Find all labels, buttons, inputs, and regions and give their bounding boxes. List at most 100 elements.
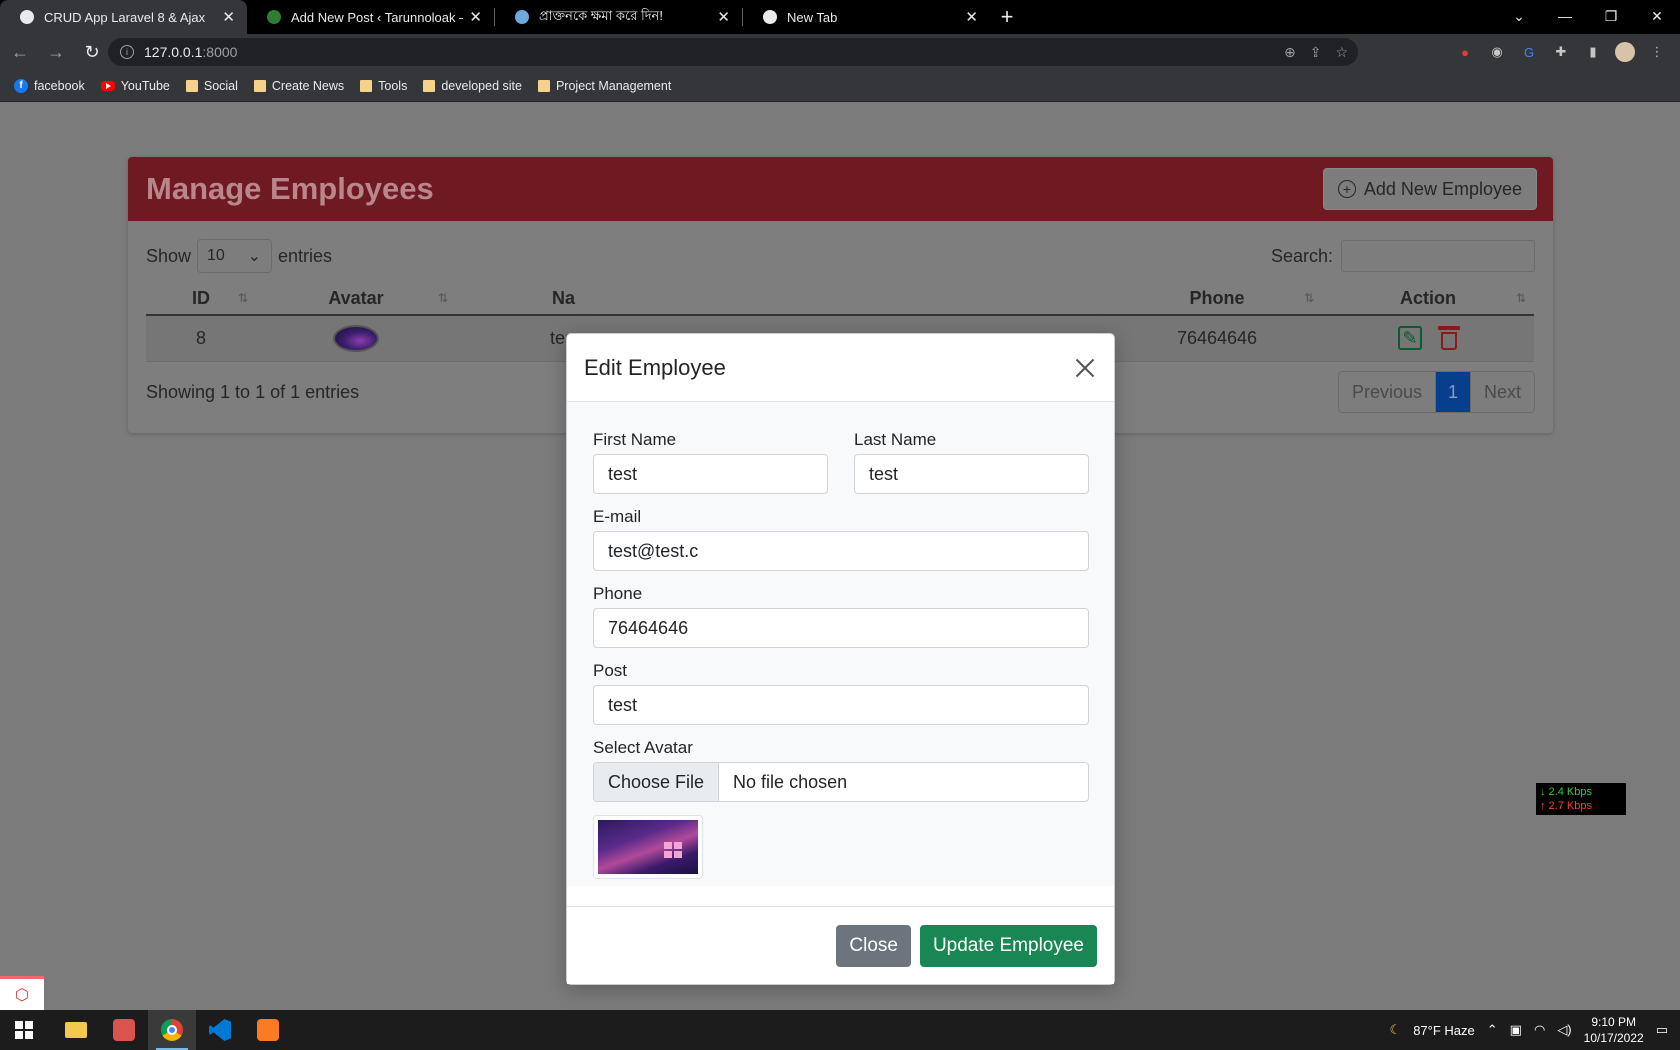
site-info-icon[interactable]: i — [120, 45, 134, 59]
bookmark-youtube[interactable]: YouTube — [100, 78, 170, 93]
column-label: Action — [1400, 288, 1456, 308]
clock-time: 9:10 PM — [1591, 1015, 1637, 1029]
email-label: E-mail — [593, 507, 642, 526]
tab-bengali-article[interactable]: প্রাক্তনকে ক্ষমা করে দিন! ✕ — [495, 0, 742, 34]
meet-icon[interactable]: ▣ — [1510, 1022, 1522, 1038]
chevron-down-icon: ⌄ — [247, 248, 262, 265]
tab-crud-app[interactable]: CRUD App Laravel 8 & Ajax ✕ — [0, 0, 247, 34]
adblock-icon[interactable]: ● — [1455, 42, 1475, 62]
volume-icon[interactable]: ◁) — [1557, 1022, 1571, 1038]
close-tab-icon[interactable]: ✕ — [222, 8, 235, 26]
last-name-field[interactable]: test — [854, 454, 1089, 494]
show-label: Show — [146, 245, 192, 266]
folder-icon — [360, 79, 373, 92]
add-employee-label: Add New Employee — [1363, 178, 1522, 199]
windows-logo-icon — [664, 842, 682, 858]
last-name-group: Last Name test — [854, 430, 1089, 494]
update-employee-button[interactable]: Update Employee — [919, 924, 1097, 967]
taskbar-file-explorer[interactable] — [52, 1010, 100, 1050]
wifi-icon[interactable]: ◠ — [1534, 1022, 1545, 1038]
card-header: Manage Employees + Add New Employee — [128, 157, 1553, 221]
column-header-action[interactable]: Action ⇅ — [1322, 283, 1534, 316]
next-page-button[interactable]: Next — [1470, 372, 1534, 412]
bookmark-project-management[interactable]: Project Management — [537, 79, 671, 93]
avatar-group: Select Avatar Choose File No file chosen — [593, 738, 1089, 802]
chevron-up-icon[interactable]: ⌃ — [1487, 1022, 1498, 1038]
avatar-label: Select Avatar — [593, 738, 693, 757]
sort-desc-icon: ⇅ — [237, 291, 248, 305]
close-tab-icon[interactable]: ✕ — [469, 8, 482, 26]
column-header-avatar[interactable]: Avatar ⇅ — [256, 283, 456, 316]
weather-text[interactable]: 87°F Haze — [1413, 1023, 1475, 1038]
taskbar-app-red[interactable] — [100, 1010, 148, 1050]
tab-add-new-post[interactable]: Add New Post ‹ Tarunnoloak — W ✕ — [247, 0, 494, 34]
windows-start-icon — [15, 1021, 33, 1039]
tab-new-tab[interactable]: New Tab ✕ — [743, 0, 990, 34]
laravel-debug-icon[interactable]: ⬡ — [0, 976, 44, 1010]
avatar-file-input[interactable]: Choose File No file chosen — [593, 762, 1089, 802]
address-bar[interactable]: i 127.0.0.1:8000 ⊕ ⇪ ☆ — [108, 38, 1358, 66]
bookmark-developed-site[interactable]: developed site — [423, 79, 522, 93]
bookmark-create-news[interactable]: Create News — [253, 79, 344, 93]
first-name-field[interactable]: test — [593, 454, 828, 494]
last-name-label: Last Name — [854, 430, 937, 449]
post-field[interactable]: test — [593, 685, 1089, 725]
zoom-icon[interactable]: ⊕ — [1284, 44, 1296, 61]
column-header-hidden — [756, 283, 1112, 316]
trash-icon[interactable] — [1438, 326, 1460, 351]
length-value: 10 — [207, 247, 225, 264]
close-window-icon[interactable]: ✕ — [1634, 0, 1680, 32]
reload-icon[interactable]: ↻ — [76, 36, 108, 68]
tab-search-icon[interactable]: ⌄ — [1496, 0, 1542, 32]
bookmark-tools[interactable]: Tools — [360, 79, 407, 93]
clock[interactable]: 9:10 PM 10/17/2022 — [1584, 1014, 1644, 1046]
share-icon[interactable]: ⇪ — [1310, 44, 1322, 61]
bookmark-label: facebook — [34, 78, 85, 93]
minimize-icon[interactable]: — — [1542, 0, 1588, 32]
previous-page-button[interactable]: Previous — [1338, 372, 1436, 412]
extensions-puzzle-icon[interactable]: ✚ — [1551, 42, 1571, 62]
close-tab-icon[interactable]: ✕ — [965, 8, 978, 26]
bookmark-star-icon[interactable]: ☆ — [1335, 44, 1348, 61]
close-tab-icon[interactable]: ✕ — [717, 8, 730, 26]
start-button[interactable] — [0, 1010, 48, 1050]
restore-icon[interactable]: ❐ — [1588, 0, 1634, 32]
table-controls: Show 10 ⌄ entries Search: — [146, 239, 1535, 273]
entries-label: entries — [278, 245, 333, 266]
translate-icon[interactable]: G — [1519, 42, 1539, 62]
column-header-phone[interactable]: Phone ⇅ — [1112, 283, 1322, 316]
column-label: ID — [192, 288, 210, 308]
column-header-name[interactable]: Na — [456, 283, 756, 316]
bookmark-social[interactable]: Social — [185, 79, 238, 93]
choose-file-button[interactable]: Choose File — [594, 763, 720, 801]
close-icon[interactable] — [1073, 356, 1097, 380]
page-1-button[interactable]: 1 — [1435, 372, 1471, 412]
tab-title: CRUD App Laravel 8 & Ajax — [44, 9, 206, 25]
url-port: :8000 — [202, 44, 238, 60]
forward-icon[interactable]: → — [40, 36, 72, 68]
search-input[interactable] — [1341, 240, 1535, 272]
side-panel-icon[interactable]: ▮ — [1583, 42, 1603, 62]
close-button[interactable]: Close — [836, 924, 911, 967]
windows-taskbar: ☾ 87°F Haze ⌃ ▣ ◠ ◁) 9:10 PM 10/17/2022 … — [0, 1010, 1680, 1050]
edit-icon[interactable]: ✎ — [1398, 326, 1422, 351]
taskbar-chrome[interactable] — [148, 1010, 196, 1050]
taskbar-vscode[interactable] — [196, 1010, 244, 1050]
back-icon[interactable]: ← — [4, 36, 36, 68]
tab-title: প্রাক্তনকে ক্ষমা করে দিন! — [539, 7, 663, 23]
profile-avatar-icon[interactable] — [1615, 42, 1635, 62]
bookmark-facebook[interactable]: f facebook — [14, 78, 85, 93]
notifications-icon[interactable]: ▭ — [1656, 1022, 1668, 1038]
phone-field[interactable]: 76464646 — [593, 608, 1089, 648]
new-tab-button[interactable]: + — [990, 0, 1024, 34]
email-field[interactable]: test@test.c — [593, 531, 1089, 571]
menu-kebab-icon[interactable]: ⋮ — [1647, 42, 1667, 62]
camera-icon[interactable]: ◉ — [1487, 42, 1507, 62]
taskbar-xampp[interactable] — [244, 1010, 292, 1050]
add-employee-button[interactable]: + Add New Employee — [1322, 168, 1537, 210]
modal-body: First Name test Last Name test E-mail te… — [567, 402, 1114, 886]
avatar — [333, 324, 379, 352]
entries-length-select[interactable]: 10 ⌄ — [197, 239, 273, 273]
column-header-id[interactable]: ID ⇅ — [146, 283, 256, 316]
bookmark-label: YouTube — [120, 78, 170, 93]
